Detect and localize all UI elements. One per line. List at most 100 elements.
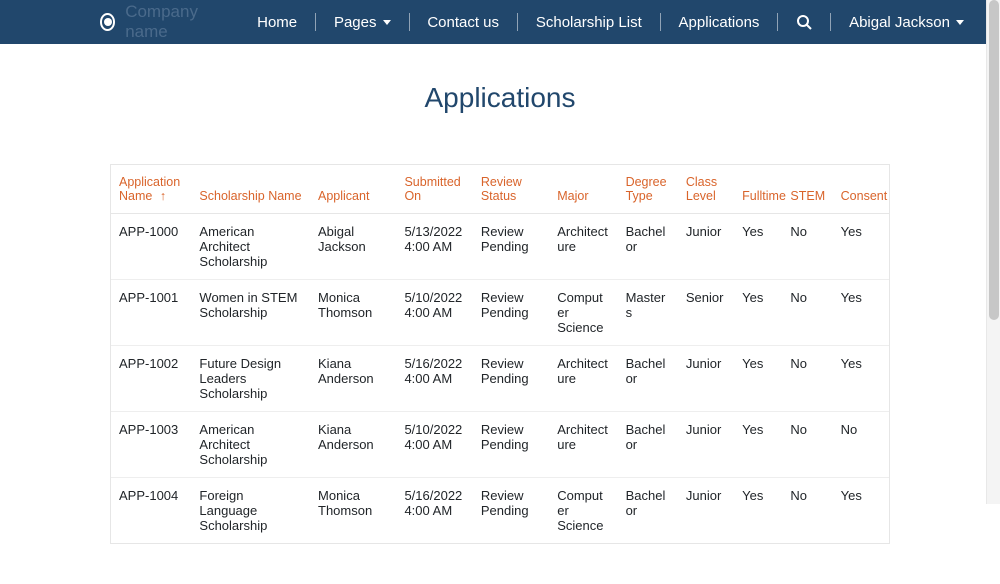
cell-stem: No: [782, 280, 832, 346]
col-header-label: Application Name: [119, 175, 180, 203]
nav-scholarship-list-label: Scholarship List: [536, 14, 642, 31]
cell-scholarship-name: American Architect Scholarship: [191, 214, 310, 280]
nav-divider: [409, 13, 410, 31]
search-button[interactable]: [780, 14, 828, 30]
cell-applicant: Abigal Jackson: [310, 214, 396, 280]
col-header-label: Degree Type: [626, 175, 667, 203]
cell-submitted-on: 5/10/2022 4:00 AM: [396, 280, 472, 346]
search-icon: [796, 14, 812, 30]
col-header-label: Consent: [841, 189, 888, 203]
cell-degree-type: Masters: [618, 280, 678, 346]
cell-application-name: APP-1003: [111, 412, 191, 478]
brand-name: Company name: [125, 2, 221, 42]
cell-submitted-on: 5/16/2022 4:00 AM: [396, 346, 472, 412]
brand-logo-icon: [100, 13, 115, 31]
col-header-submitted-on[interactable]: Submitted On: [396, 165, 472, 214]
cell-consent: Yes: [833, 478, 889, 544]
table-row[interactable]: APP-1003American Architect ScholarshipKi…: [111, 412, 889, 478]
scrollbar-thumb[interactable]: [989, 0, 999, 320]
nav-applications-label: Applications: [679, 14, 760, 31]
cell-major: Computer Science: [549, 280, 617, 346]
cell-scholarship-name: Foreign Language Scholarship: [191, 478, 310, 544]
cell-fulltime: Yes: [734, 478, 782, 544]
cell-stem: No: [782, 214, 832, 280]
table-row[interactable]: APP-1002Future Design Leaders Scholarshi…: [111, 346, 889, 412]
col-header-fulltime[interactable]: Fulltime: [734, 165, 782, 214]
col-header-label: Class Level: [686, 175, 717, 203]
cell-applicant: Monica Thomson: [310, 280, 396, 346]
cell-degree-type: Bachelor: [618, 412, 678, 478]
col-header-label: STEM: [790, 189, 825, 203]
table-row[interactable]: APP-1000American Architect ScholarshipAb…: [111, 214, 889, 280]
col-header-label: Applicant: [318, 189, 369, 203]
cell-major: Architecture: [549, 346, 617, 412]
cell-major: Computer Science: [549, 478, 617, 544]
brand[interactable]: Company name: [100, 2, 221, 42]
cell-stem: No: [782, 478, 832, 544]
cell-consent: Yes: [833, 346, 889, 412]
cell-scholarship-name: American Architect Scholarship: [191, 412, 310, 478]
col-header-application-name[interactable]: Application Name ↑: [111, 165, 191, 214]
cell-degree-type: Bachelor: [618, 346, 678, 412]
cell-application-name: APP-1000: [111, 214, 191, 280]
nav-contact[interactable]: Contact us: [411, 14, 515, 31]
col-header-degree-type[interactable]: Degree Type: [618, 165, 678, 214]
col-header-stem[interactable]: STEM: [782, 165, 832, 214]
cell-consent: Yes: [833, 280, 889, 346]
cell-stem: No: [782, 346, 832, 412]
nav-pages-label: Pages: [334, 14, 377, 31]
cell-applicant: Kiana Anderson: [310, 346, 396, 412]
nav-divider: [517, 13, 518, 31]
cell-review-status: Review Pending: [473, 412, 549, 478]
nav-home-label: Home: [257, 14, 297, 31]
col-header-major[interactable]: Major: [549, 165, 617, 214]
cell-degree-type: Bachelor: [618, 478, 678, 544]
nav-contact-label: Contact us: [427, 14, 499, 31]
cell-applicant: Monica Thomson: [310, 478, 396, 544]
cell-major: Architecture: [549, 214, 617, 280]
nav-applications[interactable]: Applications: [663, 14, 776, 31]
col-header-consent[interactable]: Consent: [833, 165, 889, 214]
table-header-row: Application Name ↑ Scholarship Name Appl…: [111, 165, 889, 214]
cell-consent: No: [833, 412, 889, 478]
table-row[interactable]: APP-1004Foreign Language ScholarshipMoni…: [111, 478, 889, 544]
cell-class-level: Junior: [678, 346, 734, 412]
col-header-scholarship-name[interactable]: Scholarship Name: [191, 165, 310, 214]
col-header-applicant[interactable]: Applicant: [310, 165, 396, 214]
cell-fulltime: Yes: [734, 214, 782, 280]
table-row[interactable]: APP-1001Women in STEM ScholarshipMonica …: [111, 280, 889, 346]
col-header-label: Scholarship Name: [199, 189, 301, 203]
chevron-down-icon: [956, 20, 964, 25]
nav-divider: [777, 13, 778, 31]
cell-class-level: Senior: [678, 280, 734, 346]
cell-consent: Yes: [833, 214, 889, 280]
nav-pages[interactable]: Pages: [318, 14, 407, 31]
cell-major: Architecture: [549, 412, 617, 478]
cell-fulltime: Yes: [734, 412, 782, 478]
cell-application-name: APP-1004: [111, 478, 191, 544]
cell-degree-type: Bachelor: [618, 214, 678, 280]
col-header-label: Review Status: [481, 175, 522, 203]
cell-scholarship-name: Future Design Leaders Scholarship: [191, 346, 310, 412]
cell-review-status: Review Pending: [473, 214, 549, 280]
col-header-class-level[interactable]: Class Level: [678, 165, 734, 214]
chevron-down-icon: [383, 20, 391, 25]
col-header-label: Submitted On: [404, 175, 460, 203]
cell-review-status: Review Pending: [473, 280, 549, 346]
scrollbar-track[interactable]: [986, 0, 1000, 504]
nav-scholarship-list[interactable]: Scholarship List: [520, 14, 658, 31]
cell-class-level: Junior: [678, 412, 734, 478]
nav-divider: [660, 13, 661, 31]
cell-class-level: Junior: [678, 214, 734, 280]
nav-user-menu[interactable]: Abigal Jackson: [833, 14, 980, 31]
col-header-review-status[interactable]: Review Status: [473, 165, 549, 214]
cell-class-level: Junior: [678, 478, 734, 544]
nav-divider: [315, 13, 316, 31]
cell-fulltime: Yes: [734, 280, 782, 346]
cell-scholarship-name: Women in STEM Scholarship: [191, 280, 310, 346]
cell-submitted-on: 5/13/2022 4:00 AM: [396, 214, 472, 280]
nav-home[interactable]: Home: [241, 14, 313, 31]
nav-divider: [830, 13, 831, 31]
cell-application-name: APP-1001: [111, 280, 191, 346]
col-header-label: Major: [557, 189, 588, 203]
